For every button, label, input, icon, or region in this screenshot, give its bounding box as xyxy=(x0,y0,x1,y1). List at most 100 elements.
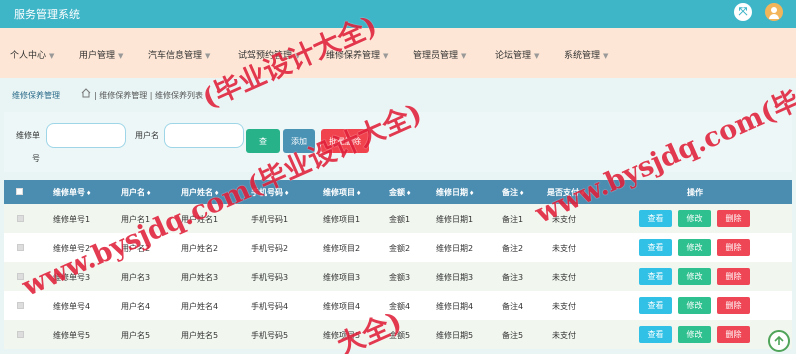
delete-button[interactable]: 删除 xyxy=(717,297,750,314)
edit-button[interactable]: 修改 xyxy=(678,326,711,343)
view-button[interactable]: 查看 xyxy=(639,297,672,314)
table-row: 维修单号2 用户名2 用户姓名2 手机号码2 维修项目2 金额2 维修日期2 备注2 未支付 查看… xyxy=(4,233,792,262)
top-bar: 服务管理系统 ⤧ xyxy=(0,0,796,28)
table-cell: 金额5 xyxy=(389,331,411,340)
search-panel: 维修单 号 用户名 查 添加 批量删除 xyxy=(4,112,792,172)
username-input[interactable] xyxy=(164,123,244,148)
table-cell: 维修日期3 xyxy=(436,273,474,282)
table-cell: 维修项目1 xyxy=(323,215,361,224)
table-row: 维修单号4 用户名4 用户姓名4 手机号码4 维修项目4 金额4 维修日期4 备注4 未支付 查看… xyxy=(4,291,792,320)
table-row: 维修单号1 用户名1 用户姓名1 手机号码1 维修项目1 金额1 维修日期1 备注1 未支付 查看… xyxy=(4,204,792,233)
chevron-down-icon: ▼ xyxy=(49,52,55,60)
table-row: 维修单号5 用户名5 用户姓名5 手机号码5 维修项目5 金额5 维修日期5 备注5 未支付 查看… xyxy=(4,320,792,349)
table-cell: 用户姓名2 xyxy=(181,244,219,253)
table-cell: 用户姓名4 xyxy=(181,302,219,311)
column-header[interactable]: 维修单号♦ xyxy=(53,187,91,198)
nav-item-maintenance[interactable]: 维修保养管理 ▼ xyxy=(326,48,388,61)
add-button[interactable]: 添加 xyxy=(283,129,315,153)
table-cell: 维修单号2 xyxy=(53,244,91,253)
row-checkbox[interactable] xyxy=(17,273,24,280)
column-header[interactable]: 备注♦ xyxy=(502,187,524,198)
table-cell: 备注5 xyxy=(502,331,524,340)
column-header[interactable]: 是否支付♦ xyxy=(547,187,585,198)
column-header[interactable]: 金额♦ xyxy=(389,187,411,198)
table-cell: 维修单号1 xyxy=(53,215,91,224)
table-cell: 手机号码3 xyxy=(251,273,289,282)
table-cell: 手机号码2 xyxy=(251,244,289,253)
nav-item-user-management[interactable]: 用户管理 ▼ xyxy=(79,48,123,61)
nav-item-forum[interactable]: 论坛管理 ▼ xyxy=(495,48,539,61)
column-header[interactable]: 手机号码♦ xyxy=(251,187,289,198)
order-no-input[interactable] xyxy=(46,123,126,148)
table-cell: 金额1 xyxy=(389,215,411,224)
batch-delete-button[interactable]: 批量删除 xyxy=(321,129,369,153)
column-header[interactable]: 用户名♦ xyxy=(121,187,151,198)
back-to-top-button[interactable] xyxy=(768,330,790,352)
column-header[interactable]: 维修项目♦ xyxy=(323,187,361,198)
table-cell: 用户姓名1 xyxy=(181,215,219,224)
chevron-down-icon: ▼ xyxy=(118,52,124,60)
row-checkbox[interactable] xyxy=(17,331,24,338)
main-nav: 个人中心 ▼ 用户管理 ▼ 汽车信息管理 ▼ 试驾预约管理 ▼ 维修保养管理 ▼ 管理员管… xyxy=(0,28,796,78)
edit-button[interactable]: 修改 xyxy=(678,297,711,314)
table-cell: 备注1 xyxy=(502,215,524,224)
user-avatar-icon[interactable] xyxy=(765,3,783,21)
table-row: 维修单号3 用户名3 用户姓名3 手机号码3 维修项目3 金额3 维修日期3 备注3 未支付 查看… xyxy=(4,262,792,291)
expand-icon[interactable]: ⤧ xyxy=(734,3,752,21)
username-label: 用户名 xyxy=(135,131,159,140)
chevron-down-icon: ▼ xyxy=(534,52,540,60)
nav-item-admin[interactable]: 管理员管理 ▼ xyxy=(413,48,466,61)
table-cell: 用户名2 xyxy=(121,244,151,253)
view-button[interactable]: 查看 xyxy=(639,326,672,343)
column-header[interactable]: 维修日期♦ xyxy=(436,187,474,198)
breadcrumb-trail: | 维修保养管理 | 维修保养列表 xyxy=(94,91,204,100)
table-cell: 维修单号3 xyxy=(53,273,91,282)
nav-item-test-drive[interactable]: 试驾预约管理 ▼ xyxy=(238,48,300,61)
table-cell: 手机号码1 xyxy=(251,215,289,224)
nav-item-car-info[interactable]: 汽车信息管理 ▼ xyxy=(148,48,210,61)
select-all-checkbox[interactable] xyxy=(16,188,23,195)
table-cell: 维修日期2 xyxy=(436,244,474,253)
search-button[interactable]: 查 xyxy=(246,129,280,153)
table-cell: 未支付 xyxy=(552,331,576,340)
edit-button[interactable]: 修改 xyxy=(678,268,711,285)
column-header[interactable]: 用户姓名♦ xyxy=(181,187,219,198)
nav-item-system[interactable]: 系统管理 ▼ xyxy=(564,48,608,61)
row-checkbox[interactable] xyxy=(17,215,24,222)
table-cell: 用户名3 xyxy=(121,273,151,282)
table-cell: 金额3 xyxy=(389,273,411,282)
home-icon[interactable] xyxy=(81,88,91,98)
table-cell: 备注3 xyxy=(502,273,524,282)
table-cell: 手机号码5 xyxy=(251,331,289,340)
table-cell: 备注4 xyxy=(502,302,524,311)
delete-button[interactable]: 删除 xyxy=(717,326,750,343)
delete-button[interactable]: 删除 xyxy=(717,210,750,227)
table-cell: 维修日期1 xyxy=(436,215,474,224)
view-button[interactable]: 查看 xyxy=(639,239,672,256)
table-cell: 未支付 xyxy=(552,302,576,311)
row-checkbox[interactable] xyxy=(17,302,24,309)
chevron-down-icon: ▼ xyxy=(295,52,301,60)
view-button[interactable]: 查看 xyxy=(639,210,672,227)
order-no-label: 维修单 xyxy=(16,131,40,140)
nav-item-personal-center[interactable]: 个人中心 ▼ xyxy=(10,48,54,61)
chevron-down-icon: ▼ xyxy=(461,52,467,60)
table-cell: 未支付 xyxy=(552,215,576,224)
table-cell: 维修单号5 xyxy=(53,331,91,340)
table-cell: 维修日期5 xyxy=(436,331,474,340)
column-header-actions: 操作 xyxy=(687,188,703,197)
edit-button[interactable]: 修改 xyxy=(678,210,711,227)
view-button[interactable]: 查看 xyxy=(639,268,672,285)
table-cell: 手机号码4 xyxy=(251,302,289,311)
chevron-down-icon: ▼ xyxy=(383,52,389,60)
chevron-down-icon: ▼ xyxy=(603,52,609,60)
edit-button[interactable]: 修改 xyxy=(678,239,711,256)
table-cell: 用户名5 xyxy=(121,331,151,340)
delete-button[interactable]: 删除 xyxy=(717,239,750,256)
delete-button[interactable]: 删除 xyxy=(717,268,750,285)
chevron-down-icon: ▼ xyxy=(205,52,211,60)
table-cell: 维修单号4 xyxy=(53,302,91,311)
breadcrumb-title: 维修保养管理 xyxy=(12,91,60,100)
table-cell: 维修项目3 xyxy=(323,273,361,282)
row-checkbox[interactable] xyxy=(17,244,24,251)
